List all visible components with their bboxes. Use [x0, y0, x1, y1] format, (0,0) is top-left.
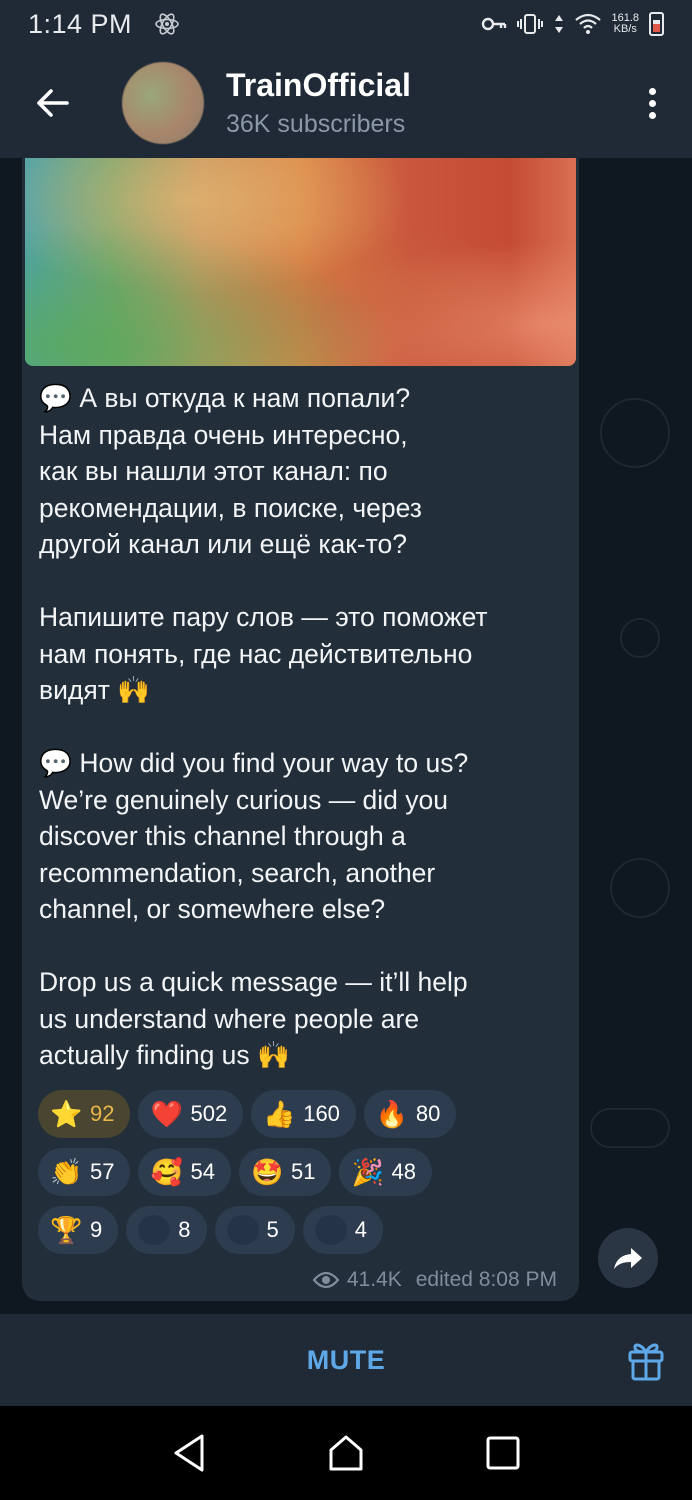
- gift-icon[interactable]: [626, 1338, 666, 1382]
- reaction-custom-2[interactable]: 5: [214, 1206, 295, 1254]
- clap-emoji-icon: 👏: [50, 1157, 83, 1187]
- reaction-count: 92: [90, 1101, 115, 1126]
- reaction-row-2: 👏 57 🥰 54 🤩 51 🎉 48: [38, 1148, 568, 1196]
- system-nav-bar: [0, 1406, 692, 1500]
- battery-icon: [649, 12, 664, 36]
- back-arrow-icon: [37, 89, 69, 117]
- reaction-count: 4: [354, 1217, 367, 1242]
- nav-home-icon: [329, 1435, 363, 1471]
- reaction-party-popper[interactable]: 🎉 48: [339, 1148, 432, 1196]
- reaction-count: 8: [178, 1217, 191, 1242]
- wifi-icon: [575, 13, 602, 34]
- reaction-count: 5: [266, 1217, 279, 1242]
- reaction-count: 54: [190, 1159, 215, 1184]
- reaction-count: 48: [391, 1159, 416, 1184]
- reaction-custom-1[interactable]: 8: [126, 1206, 207, 1254]
- back-button[interactable]: [0, 48, 104, 158]
- reaction-heart[interactable]: ❤️ 502: [138, 1090, 244, 1138]
- screen: 1:14 PM 161.8 KB/s TrainOfficial 36K sub…: [0, 0, 692, 1500]
- reaction-custom-3[interactable]: 4: [302, 1206, 383, 1254]
- party-popper-emoji-icon: 🎉: [351, 1157, 384, 1187]
- network-speed: 161.8 KB/s: [611, 13, 639, 35]
- heart-emoji-icon: ❤️: [150, 1099, 183, 1129]
- star-struck-emoji-icon: 🤩: [250, 1157, 284, 1187]
- channel-avatar[interactable]: [122, 62, 204, 144]
- nav-back-button[interactable]: [159, 1423, 219, 1483]
- vibrate-icon: [517, 14, 544, 34]
- reaction-count: 51: [290, 1159, 316, 1184]
- bottom-action-bar: MUTE: [0, 1314, 692, 1406]
- atom-icon: [155, 13, 179, 35]
- message-media-image[interactable]: [25, 158, 576, 366]
- smiling-hearts-emoji-icon: 🥰: [150, 1157, 183, 1187]
- eye-icon: [312, 1271, 339, 1289]
- custom-emoji-icon: [314, 1215, 347, 1245]
- reaction-count: 502: [190, 1101, 228, 1126]
- reaction-smiling-hearts[interactable]: 🥰 54: [138, 1148, 231, 1196]
- message-bubble[interactable]: 💬 А вы откуда к нам попали? Нам правда о…: [22, 158, 579, 1301]
- mute-button[interactable]: MUTE: [307, 1345, 386, 1376]
- reaction-clap[interactable]: 👏 57: [38, 1148, 131, 1196]
- more-vert-icon: [648, 87, 656, 95]
- fire-emoji-icon: 🔥: [375, 1099, 409, 1129]
- nav-back-icon: [174, 1434, 204, 1472]
- subscriber-count: 36K subscribers: [226, 110, 406, 138]
- channel-name: TrainOfficial: [226, 67, 411, 103]
- reaction-row-1: ⭐ 92 ❤️ 502 👍 160 🔥 80: [38, 1090, 568, 1138]
- reaction-count: 160: [303, 1101, 340, 1126]
- custom-emoji-icon: [226, 1215, 259, 1245]
- reaction-star-struck[interactable]: 🤩 51: [238, 1148, 332, 1196]
- thumbs-up-emoji-icon: 👍: [263, 1099, 296, 1129]
- data-arrows-icon: [555, 15, 564, 33]
- reactions: ⭐ 92 ❤️ 502 👍 160 🔥 80 👏 57 🥰 54 🤩 51 🎉 …: [38, 1090, 568, 1264]
- more-options-button[interactable]: [612, 48, 692, 158]
- message-meta: 41.4K edited 8:08 PM: [312, 1268, 557, 1292]
- nav-recents-icon: [486, 1436, 520, 1470]
- status-time: 1:14 PM: [28, 8, 133, 39]
- message-text: 💬 А вы откуда к нам попали? Нам правда о…: [39, 383, 488, 1070]
- share-icon: [614, 1248, 642, 1269]
- vpn-key-icon: [482, 17, 507, 31]
- reaction-count: 80: [415, 1101, 441, 1126]
- nav-recents-button[interactable]: [473, 1423, 533, 1483]
- edited-time: edited 8:08 PM: [415, 1268, 557, 1291]
- custom-emoji-icon: [138, 1215, 171, 1245]
- channel-title-block[interactable]: TrainOfficial 36K subscribers: [226, 67, 411, 139]
- star-emoji-icon: ⭐: [50, 1099, 83, 1129]
- reaction-row-3: 🏆 9 8 5 4: [38, 1206, 568, 1254]
- chat-header: TrainOfficial 36K subscribers: [0, 48, 692, 158]
- status-bar: 1:14 PM 161.8 KB/s: [0, 0, 692, 48]
- nav-home-button[interactable]: [316, 1423, 376, 1483]
- reaction-trophy[interactable]: 🏆 9: [38, 1206, 119, 1254]
- share-button[interactable]: [598, 1228, 658, 1288]
- status-icons: 161.8 KB/s: [481, 12, 664, 36]
- reaction-thumbs-up[interactable]: 👍 160: [251, 1090, 356, 1138]
- network-speed-unit: KB/s: [613, 23, 637, 35]
- reaction-count: 9: [90, 1217, 103, 1242]
- trophy-emoji-icon: 🏆: [50, 1215, 83, 1245]
- reaction-fire[interactable]: 🔥 80: [363, 1090, 457, 1138]
- reaction-star[interactable]: ⭐ 92: [38, 1090, 131, 1138]
- view-count: 41.4K: [346, 1268, 402, 1291]
- reaction-count: 57: [90, 1159, 115, 1184]
